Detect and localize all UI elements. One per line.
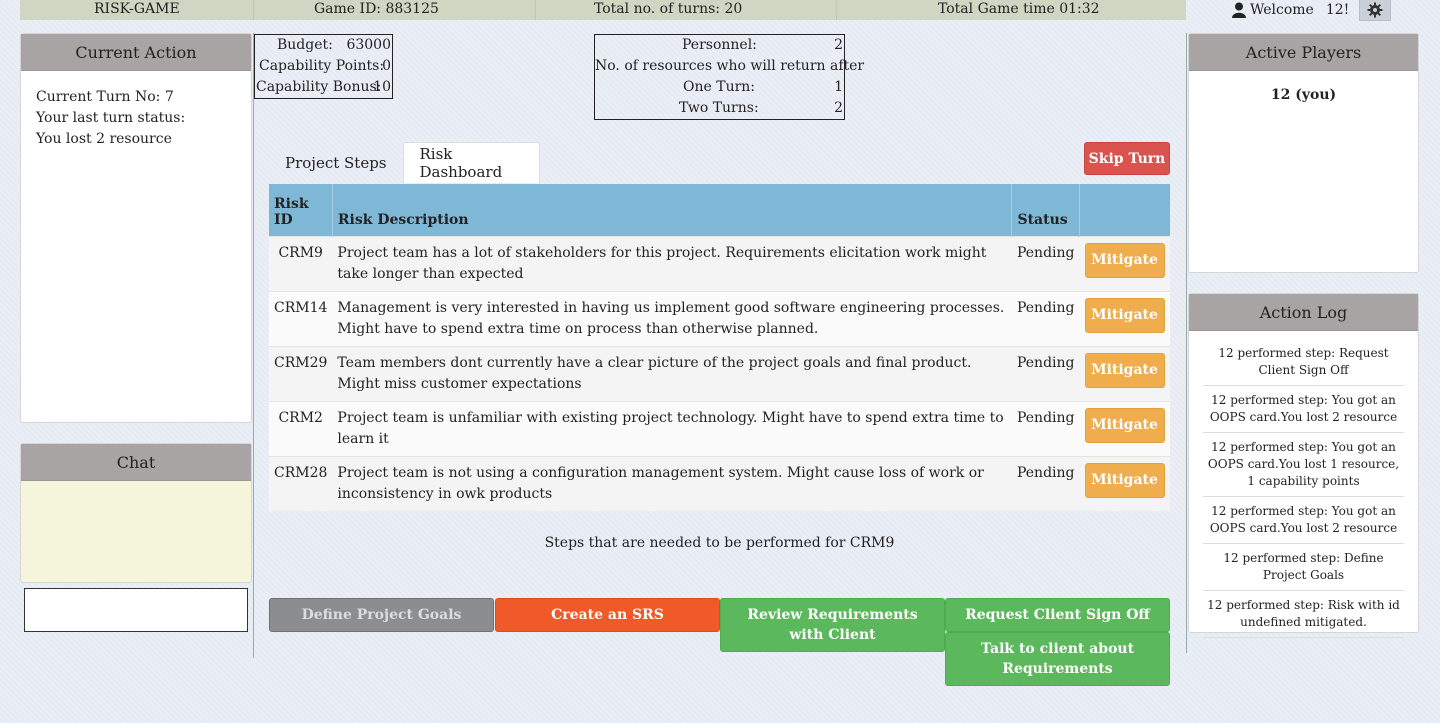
current-turn-text: Current Turn No: 7 (36, 89, 174, 105)
table-row: CRM28 Project team is not using a config… (269, 455, 1170, 511)
budget-value: 63000 (346, 37, 391, 53)
risk-status: Pending (1011, 455, 1080, 511)
log-item: 12 performed step: You got an OOPS card.… (1203, 433, 1404, 497)
capability-bonus-label: Capability Bonus: (256, 79, 382, 95)
risk-description: Project team has a lot of stakeholders f… (332, 235, 1012, 291)
risk-description: Team members dont currently have a clear… (332, 345, 1012, 401)
user-icon (1232, 2, 1246, 18)
status-header: Status (1011, 184, 1080, 236)
skip-turn-button[interactable]: Skip Turn (1084, 142, 1170, 175)
two-turns-label: Two Turns: (679, 100, 759, 116)
action-log-title: Action Log (1189, 294, 1418, 331)
one-turn-value: 1 (834, 79, 843, 95)
risk-id: CRM28 (269, 455, 333, 511)
resources-return-label: No. of resources who will return after (595, 58, 865, 74)
risk-id: CRM9 (269, 235, 333, 291)
app-name: RISK-GAME (94, 1, 180, 17)
game-id: Game ID: 883125 (314, 1, 439, 17)
action-log-panel: Action Log 12 performed step: Request Cl… (1188, 293, 1419, 638)
one-turn-label: One Turn: (683, 79, 756, 95)
review-requirements-button[interactable]: Review Requirements with Client (720, 598, 945, 652)
welcome-label: Welcome (1250, 2, 1314, 18)
last-turn-status-label: Your last turn status: (36, 110, 186, 126)
risk-id-header: Risk ID (269, 184, 333, 236)
log-item: 12 performed step: You got an OOPS card.… (1203, 386, 1404, 433)
table-row: CRM14 Management is very interested in h… (269, 290, 1170, 346)
risk-id: CRM2 (269, 400, 333, 456)
risk-status: Pending (1011, 235, 1080, 291)
last-turn-status-value: You lost 2 resource (36, 131, 172, 147)
budget-box: Budget: 63000 Capability Points: 0 Capab… (254, 34, 393, 99)
welcome-area: Welcome 12! (1232, 0, 1392, 21)
chat-input[interactable] (24, 588, 248, 632)
budget-label: Budget: (277, 37, 333, 53)
active-players-title: Active Players (1189, 34, 1418, 71)
log-item: 12 performed step: You got an OOPS card.… (1203, 497, 1404, 544)
log-item: 12 performed step: Request Client Sign O… (1203, 339, 1404, 386)
player-entry: 12 (you) (1270, 87, 1337, 103)
risk-description-header: Risk Description (332, 184, 1013, 236)
mitigate-button[interactable]: Mitigate (1084, 462, 1165, 498)
total-game-time: Total Game time 01:32 (938, 1, 1100, 17)
capability-points-value: 0 (382, 58, 391, 74)
log-item: 12 performed step: Risk with id undefine… (1203, 591, 1404, 638)
define-project-goals-button[interactable]: Define Project Goals (269, 598, 494, 632)
settings-button[interactable] (1359, 0, 1392, 21)
mitigate-button[interactable]: Mitigate (1084, 407, 1165, 443)
mitigate-button[interactable]: Mitigate (1084, 242, 1165, 278)
active-players-panel: Active Players 12 (you) (1188, 33, 1419, 273)
risk-id: CRM29 (269, 345, 333, 401)
capability-bonus-value: 10 (373, 79, 391, 95)
top-bar: RISK-GAME Game ID: 883125 Total no. of t… (20, 0, 1186, 20)
request-client-sign-off-button[interactable]: Request Client Sign Off (945, 598, 1170, 632)
personnel-value: 2 (834, 37, 843, 53)
talk-to-client-button[interactable]: Talk to client about Requirements (945, 632, 1170, 686)
risk-description: Project team is unfamiliar with existing… (332, 400, 1012, 456)
create-srs-button[interactable]: Create an SRS (495, 598, 720, 632)
log-item: 12 performed step: Define Project Goals (1203, 544, 1404, 591)
risk-status: Pending (1011, 345, 1080, 401)
total-turns: Total no. of turns: 20 (594, 1, 743, 17)
table-row: CRM9 Project team has a lot of stakehold… (269, 235, 1170, 291)
risk-status: Pending (1011, 400, 1080, 456)
table-row: CRM2 Project team is unfamiliar with exi… (269, 400, 1170, 456)
capability-points-label: Capability Points: (259, 58, 385, 74)
mitigate-button[interactable]: Mitigate (1084, 297, 1165, 333)
chat-title: Chat (21, 444, 251, 481)
current-action-panel: Current Action Current Turn No: 7 Your l… (20, 33, 252, 423)
table-row: CRM29 Team members dont currently have a… (269, 345, 1170, 401)
personnel-box: Personnel: 2 No. of resources who will r… (594, 34, 864, 120)
steps-caption: Steps that are needed to be performed fo… (544, 535, 895, 551)
tab-risk-dashboard[interactable]: Risk Dashboard (402, 142, 540, 183)
risk-description: Project team is not using a configuratio… (332, 455, 1012, 511)
gear-icon (1367, 2, 1383, 18)
risk-id: CRM14 (269, 290, 333, 346)
user-name: 12! (1325, 2, 1350, 18)
personnel-label: Personnel: (682, 37, 757, 53)
current-action-title: Current Action (21, 34, 251, 71)
risk-status: Pending (1011, 290, 1080, 346)
action-header (1079, 184, 1170, 236)
chat-panel: Chat (20, 443, 252, 583)
tab-project-steps[interactable]: Project Steps (269, 142, 403, 183)
risk-table: Risk ID Risk Description Status CRM9 Proj… (269, 184, 1170, 511)
risk-description: Management is very interested in having … (332, 290, 1012, 346)
two-turns-value: 2 (834, 100, 843, 116)
tab-bar: Project Steps Risk Dashboard (269, 142, 540, 183)
mitigate-button[interactable]: Mitigate (1084, 352, 1165, 388)
